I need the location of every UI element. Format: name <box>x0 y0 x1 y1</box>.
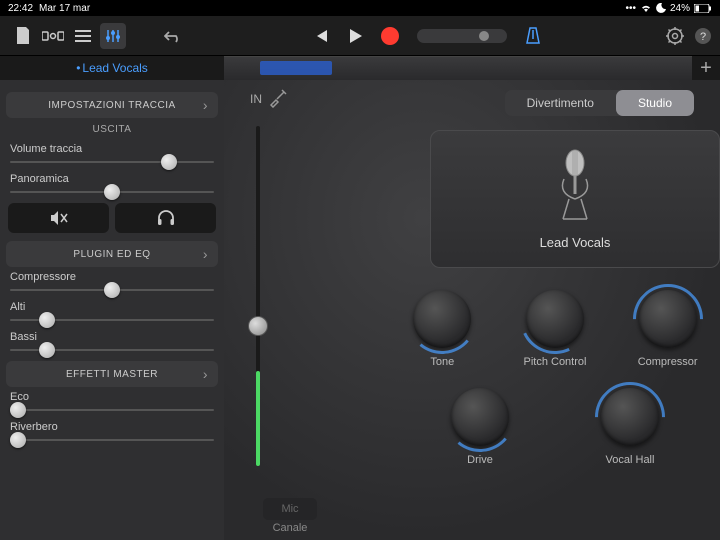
knob-pitch-label: Pitch Control <box>523 356 586 368</box>
treble-label: Alti <box>10 301 214 313</box>
input-level-meter <box>256 126 260 466</box>
knob-tone-label: Tone <box>430 356 454 368</box>
status-bar: 22:42 Mar 17 mar ••• 24% <box>0 0 720 16</box>
echo-label: Eco <box>10 391 214 403</box>
battery-icon <box>694 4 712 13</box>
rewind-button[interactable] <box>313 28 329 44</box>
instrument-panel: IN Mic Canale Divertimento Studio <box>224 80 720 540</box>
tracks-button[interactable] <box>70 23 96 49</box>
undo-button[interactable] <box>160 23 186 49</box>
knob-pitch[interactable] <box>526 290 584 348</box>
bass-label: Bassi <box>10 331 214 343</box>
record-button[interactable] <box>381 27 399 45</box>
compressor-slider[interactable] <box>10 289 214 291</box>
svg-text:?: ? <box>700 31 706 43</box>
volume-slider[interactable] <box>10 161 214 163</box>
input-level-fill <box>256 371 260 466</box>
mute-button[interactable] <box>8 203 109 233</box>
track-settings-sidebar: IMPOSTAZIONI TRACCIA USCITA Volume tracc… <box>0 80 224 540</box>
section-master-fx[interactable]: EFFETTI MASTER <box>6 361 218 387</box>
tab-studio[interactable]: Studio <box>616 90 694 116</box>
wifi-icon <box>640 3 652 13</box>
signal-icon: ••• <box>625 3 636 14</box>
echo-slider[interactable] <box>10 409 214 411</box>
battery-pct: 24% <box>670 3 690 14</box>
track-title[interactable]: Lead Vocals <box>0 56 224 80</box>
headphones-button[interactable] <box>115 203 216 233</box>
reverb-slider[interactable] <box>10 439 214 441</box>
preset-name: Lead Vocals <box>540 235 611 250</box>
volume-label: Volume traccia <box>10 143 214 155</box>
knob-tone[interactable] <box>413 290 471 348</box>
knob-vocalhall-label: Vocal Hall <box>606 454 655 466</box>
channel-selector[interactable]: Mic <box>263 498 316 520</box>
add-track-button[interactable]: + <box>692 56 720 80</box>
microphone-icon <box>555 149 595 227</box>
section-plugin-eq[interactable]: PLUGIN ED EQ <box>6 241 218 267</box>
metronome-button[interactable] <box>525 27 541 45</box>
top-toolbar: ? <box>0 16 720 56</box>
input-plug-icon[interactable] <box>268 88 288 108</box>
status-right: ••• 24% <box>625 3 712 14</box>
knob-drive-label: Drive <box>467 454 493 466</box>
timeline-scrubber[interactable] <box>417 29 507 43</box>
mode-tabs: Divertimento Studio <box>505 90 694 116</box>
status-date: Mar 17 mar <box>39 3 90 14</box>
knob-compressor-label: Compressor <box>638 356 698 368</box>
input-gain-fader[interactable] <box>248 316 268 336</box>
preset-card[interactable]: Lead Vocals <box>430 130 720 268</box>
timeline-ruler[interactable] <box>224 56 692 80</box>
controls-button[interactable] <box>100 23 126 49</box>
settings-button[interactable] <box>666 27 684 45</box>
audio-region[interactable] <box>260 61 332 75</box>
pan-slider[interactable] <box>10 191 214 193</box>
my-songs-button[interactable] <box>10 23 36 49</box>
reverb-label: Riverbero <box>10 421 214 433</box>
ruler-row: Lead Vocals + <box>0 56 720 80</box>
browser-button[interactable] <box>40 23 66 49</box>
help-button[interactable]: ? <box>694 27 712 45</box>
treble-slider[interactable] <box>10 319 214 321</box>
uscita-label: USCITA <box>6 124 218 135</box>
moon-icon <box>656 3 666 13</box>
bass-slider[interactable] <box>10 349 214 351</box>
channel-label: Canale <box>230 522 350 534</box>
knob-vocalhall[interactable] <box>601 388 659 446</box>
section-track-settings[interactable]: IMPOSTAZIONI TRACCIA <box>6 92 218 118</box>
tab-fun[interactable]: Divertimento <box>505 90 616 116</box>
play-button[interactable] <box>347 28 363 44</box>
knob-compressor[interactable] <box>639 290 697 348</box>
status-time: 22:42 <box>8 3 33 14</box>
knob-drive[interactable] <box>451 388 509 446</box>
